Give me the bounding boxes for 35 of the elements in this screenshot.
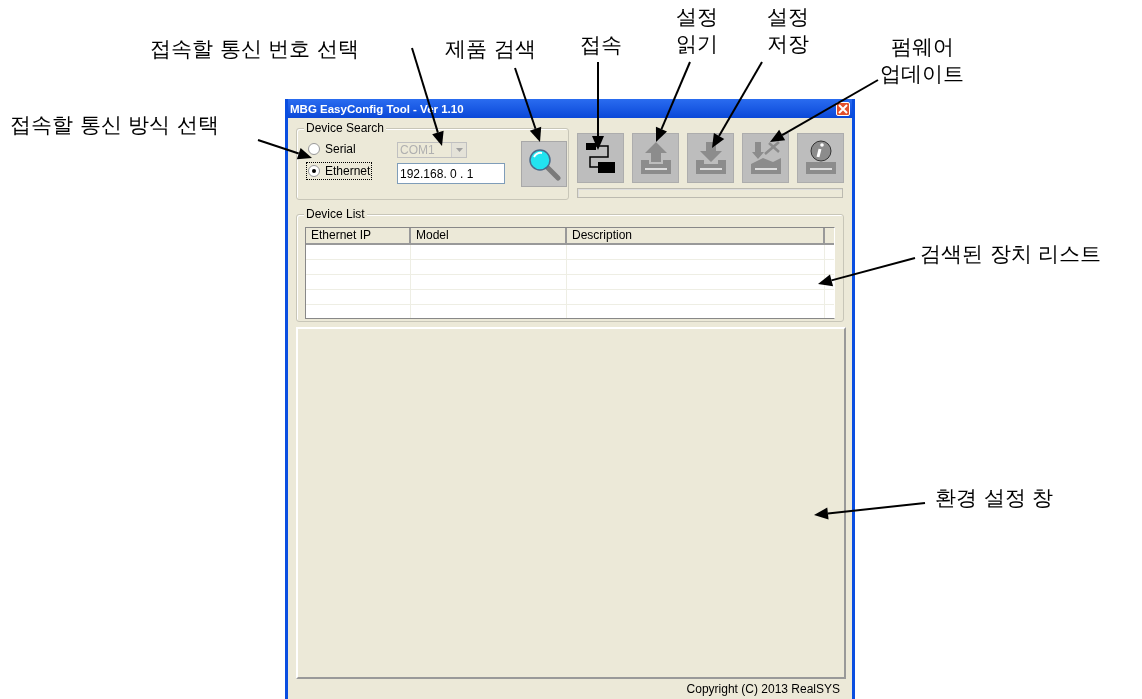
close-button[interactable] <box>836 101 850 116</box>
callout-label: 검색된 장치 리스트 <box>920 241 1102 268</box>
callout-label: 접속 <box>580 32 622 59</box>
radio-option[interactable]: Ethernet <box>307 163 372 179</box>
close-icon <box>838 103 848 114</box>
copyright-text: Copyright (C) 2013 RealSYS <box>686 682 840 696</box>
toolbar-button[interactable] <box>577 133 624 183</box>
radio-label: Ethernet <box>325 164 371 178</box>
radio-label: Serial <box>325 142 356 156</box>
callout-label: 설정 읽기 <box>676 4 718 58</box>
group-label: Device List <box>304 207 367 221</box>
upload-icon <box>638 140 673 176</box>
callout-label: 펌웨어 업데이트 <box>880 34 964 88</box>
callout-arrow <box>257 139 312 160</box>
radio-option[interactable]: Serial <box>307 141 357 157</box>
search-button[interactable] <box>521 141 567 187</box>
download-icon <box>693 140 728 176</box>
callout-label: 설정 저장 <box>767 4 809 58</box>
radio-button[interactable] <box>308 165 320 177</box>
header-filler <box>825 228 834 245</box>
caret-icon <box>455 148 463 152</box>
column-header[interactable]: Model <box>411 228 567 245</box>
group-label: Device Search <box>304 121 387 135</box>
network-icon <box>583 140 618 176</box>
search-icon <box>527 147 561 181</box>
callout-label: 접속할 통신 방식 선택 <box>10 112 220 139</box>
radio-button[interactable] <box>308 143 320 155</box>
column-header[interactable]: Ethernet IP <box>306 228 411 245</box>
ip-address-field[interactable]: 192.168. 0 . 1 <box>397 163 505 184</box>
tools-icon <box>748 140 783 176</box>
callout-label: 환경 설정 창 <box>935 485 1054 512</box>
callout-label: 제품 검색 <box>445 36 536 63</box>
info-icon <box>803 140 838 176</box>
column-header[interactable]: Description <box>567 228 825 245</box>
callout-label: 접속할 통신 번호 선택 <box>150 36 360 63</box>
